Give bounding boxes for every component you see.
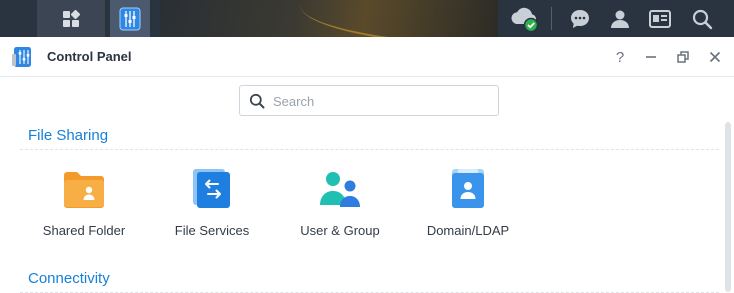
search-box[interactable] (239, 85, 499, 116)
widgets-icon (649, 9, 671, 28)
taskbar-control-panel-button[interactable] (110, 0, 150, 37)
help-icon: ? (615, 48, 625, 66)
window-title: Control Panel (47, 49, 132, 64)
shared-folder-item[interactable]: Shared Folder (24, 169, 144, 249)
shared-folder-icon (64, 172, 104, 208)
minimize-icon (646, 56, 656, 58)
section-title-connectivity: Connectivity (28, 270, 110, 287)
widgets-button[interactable] (640, 0, 680, 37)
control-panel-icon (12, 47, 31, 67)
close-button[interactable] (704, 47, 726, 67)
domain-ldap-label: Domain/LDAP (426, 223, 510, 238)
close-icon (709, 51, 721, 63)
cloud-sync-status-button[interactable] (505, 0, 545, 37)
section-title-file-sharing: File Sharing (28, 127, 109, 144)
file-services-label: File Services (174, 223, 250, 238)
taskbar-right (498, 0, 734, 37)
user-group-label: User & Group (300, 223, 380, 238)
search-icon (692, 9, 713, 29)
chat-icon (571, 9, 589, 28)
shared-folder-label: Shared Folder (42, 223, 126, 238)
restore-icon (677, 51, 689, 63)
scrollbar[interactable] (725, 122, 731, 292)
help-button[interactable]: ? (609, 47, 631, 67)
domain-ldap-icon (452, 169, 484, 208)
grid-icon (63, 9, 81, 27)
restore-button[interactable] (672, 47, 694, 67)
chat-button[interactable] (560, 0, 600, 37)
search-icon (249, 93, 265, 109)
user-group-item[interactable]: User & Group (280, 169, 400, 249)
domain-ldap-item[interactable]: Domain/LDAP (408, 169, 528, 249)
user-icon (611, 10, 629, 28)
window-titlebar[interactable]: Control Panel ? (0, 37, 734, 77)
section-divider (20, 149, 719, 150)
taskbar-divider (551, 7, 552, 30)
search-input[interactable] (273, 91, 488, 111)
cloud-sync-status-icon (511, 7, 539, 32)
file-services-item[interactable]: File Services (152, 169, 272, 249)
user-menu-button[interactable] (600, 0, 640, 37)
minimize-button[interactable] (640, 47, 662, 67)
user-group-icon (320, 172, 360, 207)
taskbar (0, 0, 734, 37)
file-services-icon (193, 169, 230, 208)
control-panel-window: Control Panel ? Fi (0, 37, 734, 293)
taskbar-search-button[interactable] (682, 0, 722, 37)
main-menu-button[interactable] (37, 0, 105, 37)
control-panel-icon (119, 7, 141, 30)
